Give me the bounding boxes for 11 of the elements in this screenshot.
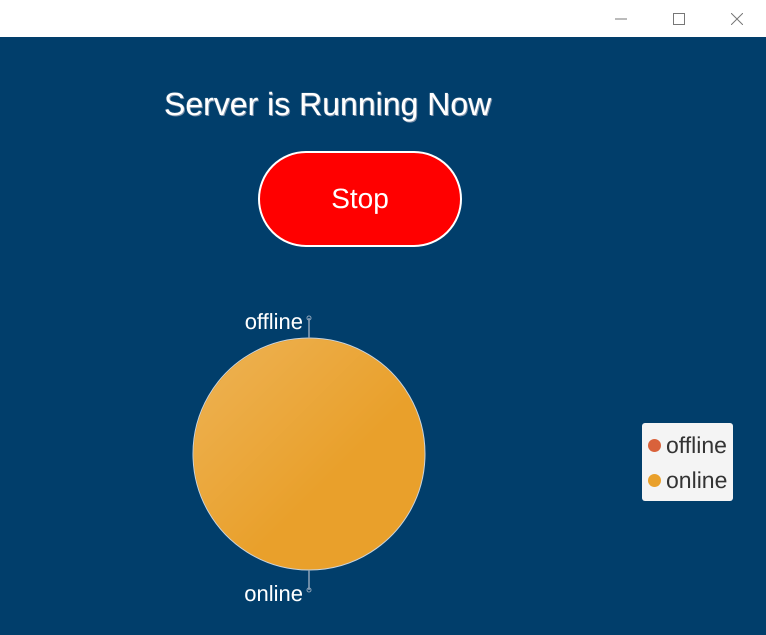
leader-line bbox=[306, 570, 312, 592]
minimize-icon bbox=[615, 18, 627, 20]
slice-label: online bbox=[244, 581, 303, 606]
legend-label: online bbox=[666, 466, 728, 494]
legend-label: offline bbox=[666, 430, 727, 460]
slice-label: offline bbox=[244, 309, 303, 334]
close-icon bbox=[731, 12, 743, 24]
leader-line bbox=[306, 316, 312, 338]
status-title: Server is Running Now bbox=[164, 85, 492, 124]
maximize-icon bbox=[673, 12, 685, 24]
stop-button[interactable]: Stop bbox=[258, 151, 462, 247]
